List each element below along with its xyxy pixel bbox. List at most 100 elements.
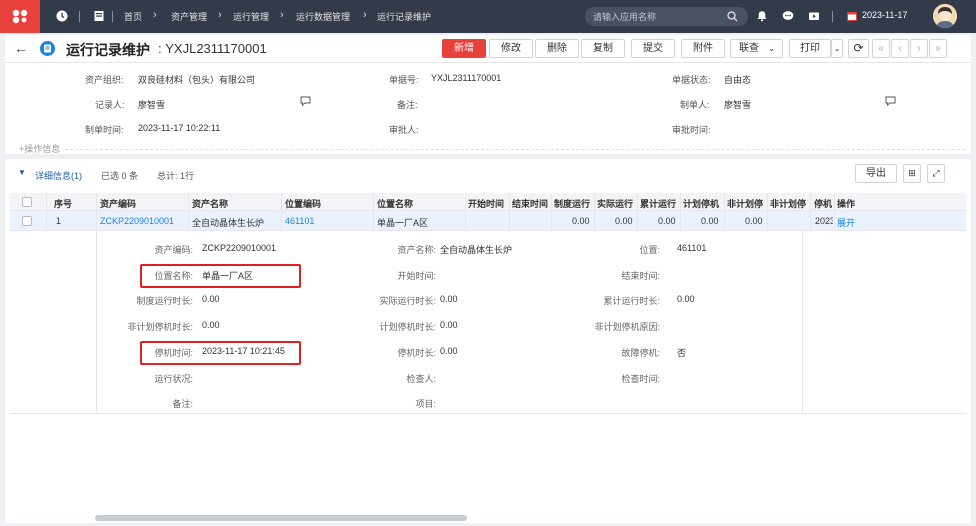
last-page-button[interactable]: » (929, 39, 947, 58)
export-button[interactable]: 导出 (855, 164, 897, 183)
col-header-start-time[interactable]: 开始时间 (468, 197, 504, 210)
avatar[interactable] (933, 4, 957, 28)
chevron-right-icon: › (363, 9, 367, 21)
row-asset-code[interactable]: ZCKP2209010001 (100, 216, 174, 226)
grid-view-button[interactable]: ⊞ (903, 164, 921, 183)
first-page-icon: « (878, 43, 884, 54)
column-divider (509, 193, 510, 231)
breadcrumb-home[interactable]: 首页 (124, 10, 142, 23)
submit-button[interactable]: 提交 (631, 39, 675, 58)
print-dropdown-button[interactable]: ⌄ (831, 39, 843, 58)
fullscreen-button[interactable]: ⤢ (927, 164, 945, 183)
table-row[interactable]: 1 ZCKP2209010001 全自动晶体生长炉 461101 单晶一厂A区 … (10, 211, 966, 231)
divider (832, 11, 833, 22)
refresh-button[interactable]: ⟳ (848, 39, 869, 58)
detail-fault-stop-value: 否 (677, 348, 687, 358)
col-header-asset-code[interactable]: 资产编码 (100, 197, 136, 210)
column-divider (594, 193, 595, 231)
detail-unplan-stop-value: 0.00 (202, 320, 220, 330)
column-divider (96, 193, 97, 231)
breadcrumb-asset-mgmt[interactable]: 资产管理 (171, 10, 207, 23)
clock-icon[interactable] (56, 10, 68, 22)
make-time-label: 制单时间: (85, 125, 124, 135)
col-header-unplan-stop[interactable]: 非计划停 (727, 197, 765, 210)
chat-icon[interactable] (782, 10, 794, 22)
section-title[interactable]: 详细信息(1) (35, 169, 82, 182)
chevron-down-icon: ⌄ (768, 44, 775, 53)
approve-time-label: 审批时间: (672, 125, 711, 135)
column-divider (465, 193, 466, 231)
breadcrumb-run-mgmt[interactable]: 运行管理 (233, 10, 269, 23)
col-header-index[interactable]: 序号 (54, 197, 72, 210)
search-icon[interactable] (727, 11, 738, 22)
row-checkbox[interactable] (22, 216, 32, 226)
col-header-action: 操作 (837, 199, 856, 209)
horizontal-scrollbar[interactable] (95, 515, 467, 521)
col-header-unplan-stop-reason[interactable]: 非计划停 (770, 197, 806, 210)
comment-icon[interactable] (300, 96, 311, 106)
calendar-icon[interactable] (846, 10, 858, 22)
print-button[interactable]: 打印 (789, 39, 831, 58)
detail-sys-run-value: 0.00 (202, 294, 220, 304)
detail-inspector-label: 检查人: (406, 374, 436, 384)
row-location-code[interactable]: 461101 (285, 216, 314, 226)
edit-button[interactable]: 修改 (489, 39, 533, 58)
detail-sys-run-label: 制度运行时长: (136, 296, 193, 306)
prev-page-button[interactable]: ‹ (891, 39, 909, 58)
breadcrumb-run-record[interactable]: 运行记录维护 (377, 10, 431, 23)
grid-icon: ⊞ (908, 168, 916, 178)
remark-label: 备注: (397, 100, 418, 110)
collapse-triangle-icon[interactable]: ▼ (18, 168, 26, 177)
detail-stop-duration-label: 停机时长: (397, 348, 436, 358)
refresh-icon: ⟳ (853, 41, 864, 55)
col-header-plan-stop[interactable]: 计划停机 (683, 197, 723, 210)
first-page-button[interactable]: « (872, 39, 890, 58)
video-icon[interactable] (808, 10, 820, 22)
recorder-label: 记录人: (95, 100, 125, 110)
detail-actual-run-label: 实际运行时长: (379, 296, 436, 306)
row-actual-run: 0.00 (615, 216, 633, 226)
expand-row-link[interactable]: 展开 (837, 216, 855, 229)
col-header-end-time[interactable]: 结束时间 (512, 197, 548, 210)
detail-unplan-reason-label: 非计划停机原因: (594, 322, 660, 332)
last-page-icon: » (935, 43, 941, 54)
title-bar: ← 运行记录维护 : YXJL2311170001 新增 修改 删除 复制 提交… (5, 35, 971, 63)
detail-asset-name-value: 全自动晶体生长炉 (440, 245, 513, 255)
app-search-input[interactable] (593, 10, 723, 23)
bell-icon[interactable] (756, 10, 768, 22)
attachment-button[interactable]: 附件 (681, 39, 725, 58)
app-logo[interactable] (0, 0, 40, 33)
select-all-checkbox[interactable] (22, 197, 32, 207)
detail-fault-stop-label: 故障停机: (621, 348, 660, 358)
col-header-actual-run[interactable]: 实际运行 (597, 197, 637, 210)
detail-plan-stop-label: 计划停机时长: (379, 322, 436, 332)
detail-end-time-label: 结束时间: (621, 271, 660, 281)
col-header-asset-name[interactable]: 资产名称 (192, 197, 228, 210)
add-button[interactable]: 新增 (442, 39, 486, 58)
copy-button[interactable]: 复制 (581, 39, 625, 58)
record-code-value: YXJL2311170001 (165, 41, 267, 56)
breadcrumb-run-data-mgmt[interactable]: 运行数据管理 (296, 10, 350, 23)
row-asset-name: 全自动晶体生长炉 (192, 218, 265, 228)
delete-button[interactable]: 删除 (535, 39, 579, 58)
next-page-button[interactable]: › (910, 39, 928, 58)
column-divider (767, 193, 768, 231)
back-arrow-icon[interactable]: ← (14, 40, 28, 56)
col-header-location-name[interactable]: 位置名称 (377, 197, 413, 210)
col-header-stop-time[interactable]: 停机 (814, 197, 834, 210)
col-header-sys-run[interactable]: 制度运行 (554, 197, 594, 210)
row-plan-stop: 0.00 (701, 216, 719, 226)
divider (65, 149, 965, 150)
selected-count: 已选 0 条 (101, 171, 139, 181)
link-query-button[interactable]: 联查 ⌄ (730, 39, 783, 58)
detail-asset-code-value: ZCKP2209010001 (202, 243, 277, 253)
col-header-location-code[interactable]: 位置编码 (285, 197, 321, 210)
comment-icon[interactable] (885, 96, 896, 106)
detail-cum-run-label: 累计运行时长: (603, 296, 660, 306)
approver-label: 审批人: (389, 125, 419, 135)
col-header-cum-run[interactable]: 累计运行 (640, 197, 680, 210)
column-divider (281, 193, 282, 231)
document-icon[interactable] (93, 10, 105, 22)
detail-stop-duration-value: 0.00 (440, 346, 458, 356)
row-unplan-stop: 0.00 (745, 216, 763, 226)
